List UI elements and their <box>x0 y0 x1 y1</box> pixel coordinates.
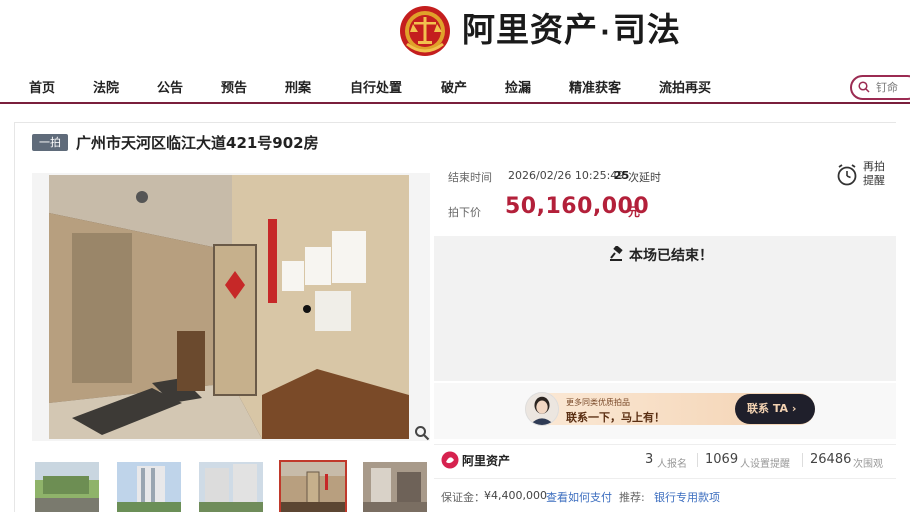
divider <box>802 453 803 467</box>
brand-sub: 司法 <box>612 10 681 49</box>
search-input[interactable] <box>876 79 910 96</box>
delay-label: 次延时 <box>628 171 661 184</box>
end-time-label: 结束时间 <box>448 171 492 184</box>
nav-item-self[interactable]: 自行处置 <box>350 77 402 96</box>
nav-item-bankrupt[interactable]: 破产 <box>441 77 467 96</box>
divider <box>697 453 698 467</box>
auction-ended-text: 本场已结束！ <box>629 248 713 264</box>
brand-title: 阿里资产·司法 <box>462 8 681 55</box>
court-emblem-icon <box>400 6 450 56</box>
item-title: 广州市天河区临江大道421号902房 <box>76 134 319 152</box>
ali-asset-logo-icon <box>441 451 459 469</box>
gavel-icon <box>610 246 623 261</box>
signup-label: 人报名 <box>657 459 687 470</box>
thumbnail-3[interactable] <box>199 462 263 512</box>
main-nav: 首页 法院 公告 预告 刑案 自行处置 破产 捡漏 精准获客 流拍再买 <box>0 70 910 104</box>
signup-count: 3 <box>645 452 654 467</box>
thumbnail-4[interactable] <box>279 460 347 512</box>
nav-item-court[interactable]: 法院 <box>93 77 119 96</box>
thumbnail-5[interactable] <box>363 462 427 512</box>
nav-item-notice[interactable]: 公告 <box>157 77 183 96</box>
nav-item-criminal[interactable]: 刑案 <box>285 77 311 96</box>
price-unit: 元 <box>628 205 641 219</box>
recommend-label: 推荐: <box>619 491 645 504</box>
thumbnail-2[interactable] <box>117 462 181 512</box>
remind-count: 1069 <box>705 452 739 467</box>
zoom-icon[interactable] <box>414 425 430 441</box>
nav-item-preview[interactable]: 预告 <box>221 77 247 96</box>
remind-button[interactable]: 再拍提醒 <box>836 160 892 190</box>
deposit-value: ¥4,400,000 <box>484 489 547 502</box>
search-box[interactable] <box>850 75 910 100</box>
remind-label: 再拍提醒 <box>863 160 885 187</box>
payment-help-link[interactable]: 查看如何支付 <box>546 489 612 505</box>
thumbnail-1[interactable] <box>35 462 99 512</box>
auction-round-badge: 一拍 <box>32 134 68 151</box>
nav-item-rebuy[interactable]: 流拍再买 <box>659 77 711 96</box>
divider <box>434 478 896 479</box>
contact-button[interactable]: 联系 TA › <box>735 394 815 424</box>
property-photo[interactable] <box>32 173 430 441</box>
promo-title: 联系一下，马上有！ <box>566 411 665 424</box>
nav-item-home[interactable]: 首页 <box>29 77 55 96</box>
org-name[interactable]: 阿里资产 <box>462 452 510 469</box>
promo-subtitle: 更多同类优质拍品 <box>566 398 630 407</box>
remind-count-label: 人设置提醒 <box>740 459 790 470</box>
view-label: 次围观 <box>853 459 883 470</box>
view-count: 26486 <box>810 452 852 467</box>
price-label: 拍下价 <box>448 206 481 219</box>
nav-item-bargain[interactable]: 捡漏 <box>505 77 531 96</box>
brand-dot: · <box>600 18 611 48</box>
search-icon <box>858 81 870 93</box>
bank-account-link[interactable]: 银行专用款项 <box>654 489 720 505</box>
deposit-label: 保证金： <box>441 491 485 504</box>
alarm-clock-icon <box>837 164 857 186</box>
nav-item-leads[interactable]: 精准获客 <box>569 77 621 96</box>
divider <box>434 444 896 445</box>
end-time-value: 2026/02/26 10:25:49 <box>508 169 625 182</box>
agent-avatar <box>525 392 559 426</box>
brand-main: 阿里资产 <box>462 10 598 49</box>
